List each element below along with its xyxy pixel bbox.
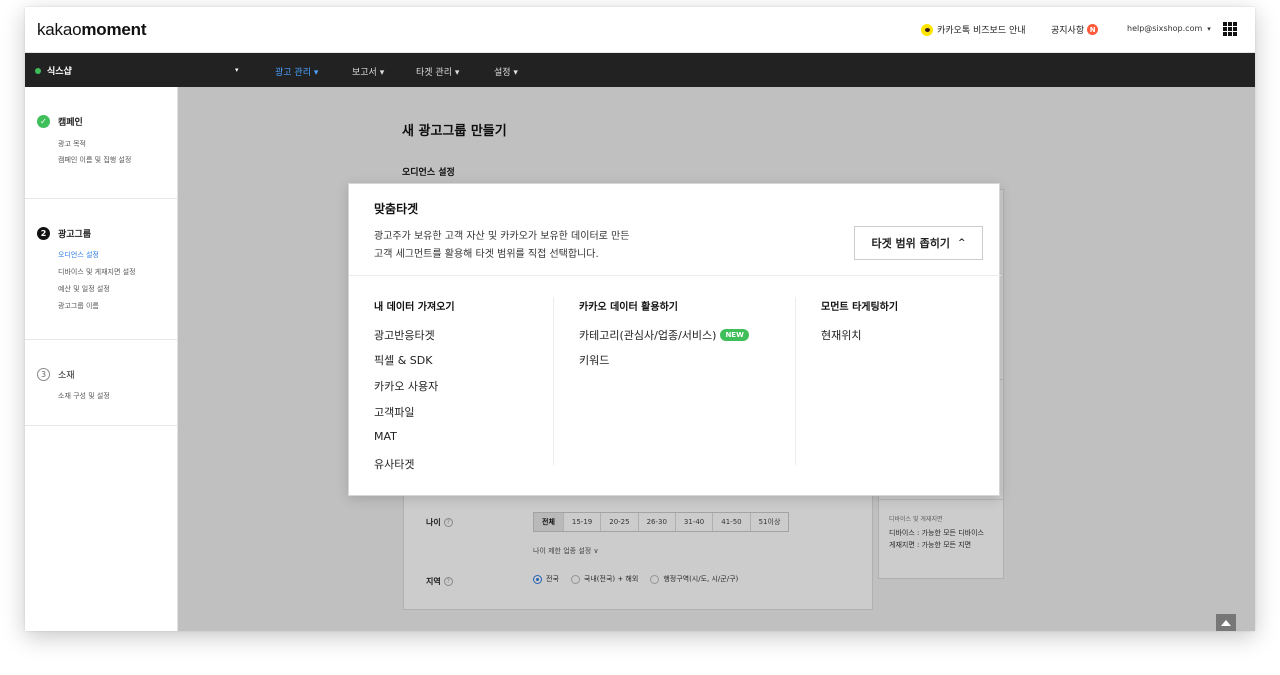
step-adgroup-title[interactable]: 2 광고그룹 bbox=[37, 227, 91, 240]
kakaotalk-icon bbox=[921, 23, 933, 36]
chevron-up-icon: ^ bbox=[957, 238, 966, 248]
bizboard-guide-label: 카카오톡 비즈보드 안내 bbox=[937, 26, 1026, 36]
status-dot-icon bbox=[35, 67, 41, 74]
scroll-to-top-button[interactable] bbox=[1216, 614, 1236, 631]
chevron-down-icon: ▾ bbox=[1207, 25, 1211, 33]
step-sub-device-placement[interactable]: 디바이스 및 게재지면 설정 bbox=[58, 267, 136, 277]
column-divider bbox=[795, 297, 796, 465]
target-option-lookalike[interactable]: 유사타겟 bbox=[374, 456, 414, 472]
column-heading-kakao-data: 카카오 데이터 활용하기 bbox=[579, 302, 678, 313]
chevron-down-icon[interactable]: ▾ bbox=[235, 66, 239, 74]
step-adgroup: 2 광고그룹 오디언스 설정 디바이스 및 게재지면 설정 예산 및 일정 설정… bbox=[25, 199, 178, 340]
narrow-target-label: 타겟 범위 좁히기 bbox=[871, 237, 950, 250]
step-sub-budget-schedule[interactable]: 예산 및 일정 설정 bbox=[58, 284, 110, 294]
new-notice-badge: N bbox=[1087, 24, 1099, 35]
step-number-badge: 3 bbox=[37, 368, 50, 381]
divider bbox=[349, 275, 1001, 276]
step-creative: 3 소재 소재 구성 및 설정 bbox=[25, 340, 178, 426]
ad-account-name: 식스샵 bbox=[47, 67, 72, 77]
target-option-mat[interactable]: MAT bbox=[374, 430, 397, 443]
step-campaign-title[interactable]: ✓ 캠페인 bbox=[37, 115, 83, 128]
ad-account-selector[interactable]: 식스샵 bbox=[35, 64, 72, 77]
column-heading-my-data: 내 데이터 가져오기 bbox=[374, 302, 455, 313]
new-badge: NEW bbox=[720, 329, 749, 341]
panel-description-line: 고객 세그먼트를 활용해 타겟 범위를 직접 선택합니다. bbox=[374, 249, 599, 260]
panel-title: 맞춤타겟 bbox=[374, 202, 419, 216]
target-option-ad-response[interactable]: 광고반응타겟 bbox=[374, 327, 435, 343]
step-number-badge: 2 bbox=[37, 227, 50, 240]
account-email: help@sixshop.com bbox=[1127, 24, 1203, 33]
target-option-customer-file[interactable]: 고객파일 bbox=[374, 404, 414, 420]
kakaomoment-logo[interactable]: kakaomoment bbox=[37, 20, 146, 40]
arrow-up-icon bbox=[1221, 620, 1231, 626]
step-sidebar: ✓ 캠페인 광고 목적 캠페인 이름 및 집행 설정 2 광고그룹 오디언스 설… bbox=[25, 87, 178, 631]
step-sub-campaign-name[interactable]: 캠페인 이름 및 집행 설정 bbox=[58, 155, 131, 165]
bizboard-guide-link[interactable]: 카카오톡 비즈보드 안내 bbox=[921, 23, 1026, 36]
target-option-category[interactable]: 카테고리(관심사/업종/서비스) NEW bbox=[579, 327, 749, 343]
step-sub-adgroup-name[interactable]: 광고그룹 이름 bbox=[58, 301, 99, 311]
notice-link[interactable]: 공지사항 N bbox=[1051, 23, 1099, 36]
panel-description-line: 광고주가 보유한 고객 자산 및 카카오가 보유한 데이터로 만든 bbox=[374, 231, 630, 242]
target-option-pixel-sdk[interactable]: 픽셀 & SDK bbox=[374, 352, 432, 368]
nav-target-management[interactable]: 타겟 관리 ▾ bbox=[416, 65, 459, 78]
check-icon: ✓ bbox=[37, 115, 50, 128]
column-heading-moment: 모먼트 타게팅하기 bbox=[821, 302, 899, 313]
step-creative-title[interactable]: 3 소재 bbox=[37, 368, 75, 381]
target-option-kakao-user[interactable]: 카카오 사용자 bbox=[374, 378, 438, 394]
step-sub-creative-settings[interactable]: 소재 구성 및 설정 bbox=[58, 391, 110, 401]
main-nav: 식스샵 ▾ 광고 관리 ▾ 보고서 ▾ 타겟 관리 ▾ 설정 ▾ bbox=[25, 53, 1255, 87]
nav-settings[interactable]: 설정 ▾ bbox=[494, 65, 518, 78]
nav-ad-management[interactable]: 광고 관리 ▾ bbox=[275, 65, 318, 78]
step-sub-ad-objective[interactable]: 광고 목적 bbox=[58, 139, 86, 149]
top-bar: kakaomoment 카카오톡 비즈보드 안내 공지사항 N help@six… bbox=[25, 7, 1255, 53]
narrow-target-button[interactable]: 타겟 범위 좁히기 ^ bbox=[854, 226, 983, 260]
target-option-current-location[interactable]: 현재위치 bbox=[821, 327, 861, 343]
column-divider bbox=[553, 297, 554, 465]
target-option-keyword[interactable]: 키워드 bbox=[579, 352, 609, 368]
notice-label: 공지사항 bbox=[1051, 26, 1085, 36]
custom-target-panel: 맞춤타겟 광고주가 보유한 고객 자산 및 카카오가 보유한 데이터로 만든 고… bbox=[348, 183, 1001, 496]
step-campaign: ✓ 캠페인 광고 목적 캠페인 이름 및 집행 설정 bbox=[25, 87, 178, 199]
nav-reports[interactable]: 보고서 ▾ bbox=[352, 65, 384, 78]
apps-grid-icon[interactable] bbox=[1223, 22, 1237, 36]
account-email-dropdown[interactable]: help@sixshop.com ▾ bbox=[1127, 24, 1211, 33]
step-sub-audience[interactable]: 오디언스 설정 bbox=[58, 250, 99, 260]
